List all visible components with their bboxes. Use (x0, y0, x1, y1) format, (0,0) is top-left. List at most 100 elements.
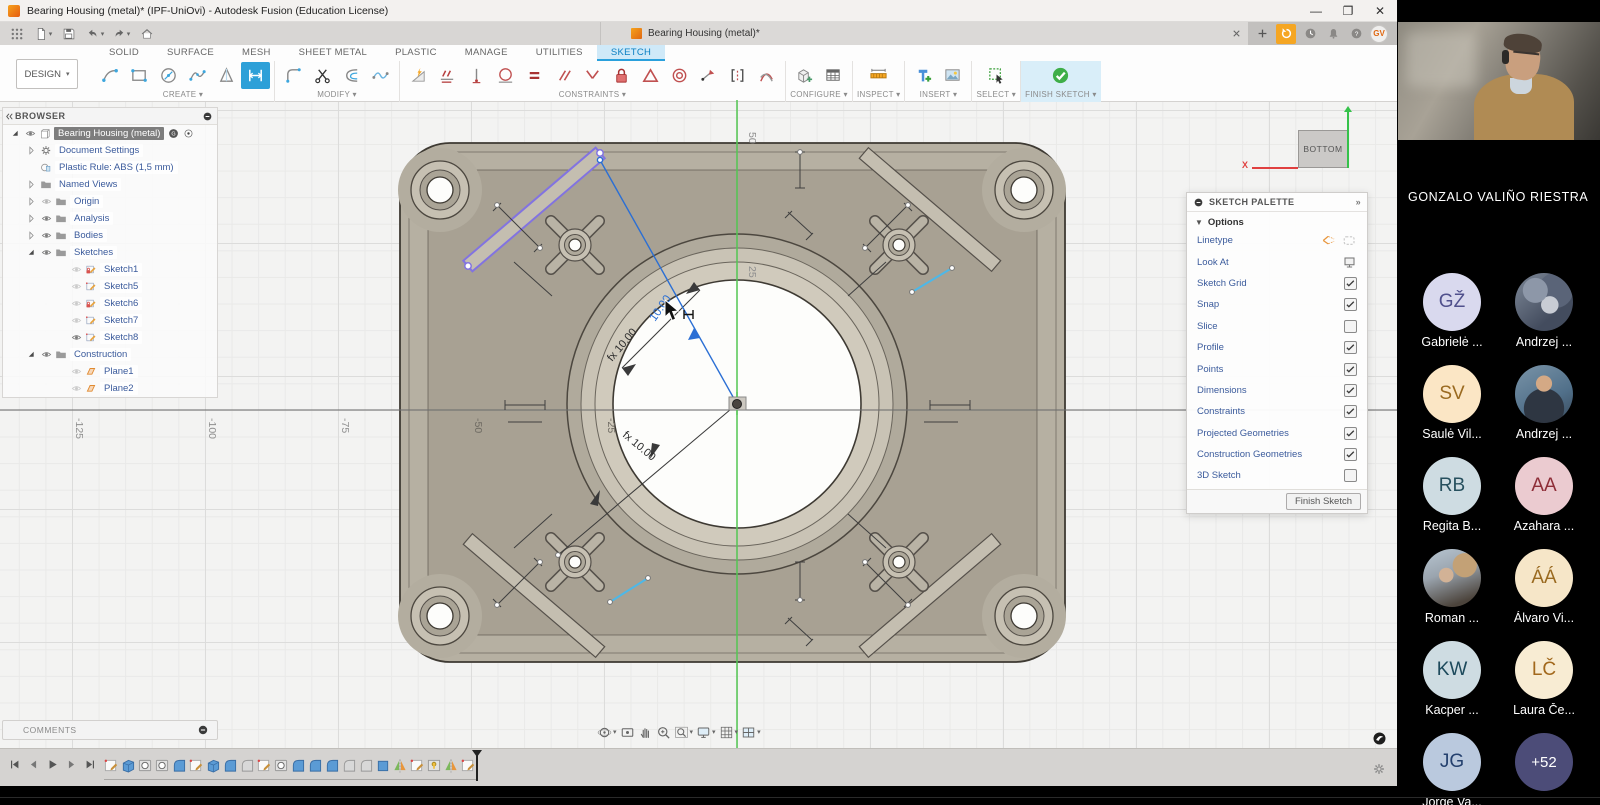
linetype-ghost-icon[interactable] (1342, 233, 1357, 248)
corner-hole[interactable] (982, 574, 1066, 658)
nav-fit-icon[interactable]: ▾ (674, 725, 694, 740)
participant-tile[interactable]: Andrzej ... (1498, 365, 1590, 441)
corner-hole[interactable] (398, 148, 482, 232)
palette-expand-icon[interactable]: » (1356, 197, 1361, 207)
participant-avatar[interactable]: ÁÁ (1515, 549, 1573, 607)
browser-node-construction[interactable]: Construction (3, 346, 217, 363)
palette-options-section[interactable]: ▼Options (1187, 212, 1367, 230)
timeline-feature-sketch[interactable] (410, 757, 424, 774)
tool-configure-icon[interactable] (790, 62, 819, 89)
participant-avatar[interactable]: JG (1423, 733, 1481, 791)
participant-tile[interactable]: GŽGabrielė ... (1406, 273, 1498, 349)
timeline-step-back-icon[interactable] (27, 758, 40, 776)
timeline-feature-hole[interactable] (138, 757, 152, 774)
participant-avatar[interactable]: AA (1515, 457, 1573, 515)
save-icon[interactable] (58, 25, 80, 43)
activate-radio-icon[interactable] (183, 128, 194, 139)
browser-header[interactable]: BROWSER (3, 108, 217, 125)
timeline-feature-filletG[interactable] (240, 757, 254, 774)
visibility-eye-icon[interactable] (71, 332, 82, 343)
tool-cCircleRed-icon[interactable] (491, 62, 520, 89)
browser-node-named-views[interactable]: Named Views (3, 176, 217, 193)
tool-cCoincident-icon[interactable] (404, 62, 433, 89)
browser-node-plane1[interactable]: Plane1 (3, 363, 217, 380)
tool-configTable-icon[interactable] (819, 62, 848, 89)
tool-cVertical-icon[interactable] (462, 62, 491, 89)
apps-menu-icon[interactable] (6, 25, 28, 43)
tool-curve2-icon[interactable] (366, 62, 395, 89)
tool-cEqual-icon[interactable] (520, 62, 549, 89)
tool-polygon-icon[interactable] (212, 62, 241, 89)
ribbon-tab-sketch[interactable]: SKETCH (597, 45, 665, 61)
visibility-eye-icon[interactable] (71, 383, 82, 394)
timeline-feature-filletG[interactable] (342, 757, 356, 774)
timeline-settings-gear-icon[interactable] (1372, 762, 1386, 781)
timeline-feature-extrude[interactable] (121, 757, 135, 774)
checkbox-profile[interactable] (1344, 341, 1357, 354)
expander-icon[interactable] (26, 230, 37, 241)
expander-icon[interactable] (10, 128, 21, 139)
tool-dimension-icon[interactable] (241, 62, 270, 89)
participant-avatar[interactable]: LČ (1515, 641, 1573, 699)
ribbon-tab-utilities[interactable]: UTILITIES (522, 45, 597, 61)
timeline-feature-fillet[interactable] (172, 757, 186, 774)
visibility-eye-icon[interactable] (71, 281, 82, 292)
browser-node-sketch1[interactable]: Sketch1 (3, 261, 217, 278)
participant-photo-avatar[interactable] (1423, 549, 1481, 607)
home-view-icon[interactable] (136, 25, 158, 43)
browser-node-origin[interactable]: Origin (3, 193, 217, 210)
visibility-eye-icon[interactable] (41, 196, 52, 207)
timeline-feature-box[interactable] (376, 757, 390, 774)
checkbox-constraints[interactable] (1344, 405, 1357, 418)
tool-fastener-icon[interactable] (909, 62, 938, 89)
visibility-eye-icon[interactable] (41, 247, 52, 258)
tool-cTriangle-icon[interactable] (636, 62, 665, 89)
look-at-icon[interactable] (1342, 255, 1357, 270)
participant-tile[interactable]: SVSaulė Vil... (1406, 365, 1498, 441)
tool-cParallel-icon[interactable] (549, 62, 578, 89)
browser-node-plastic-rule-abs-1-5-mm-[interactable]: Plastic Rule: ABS (1,5 mm) (3, 159, 217, 176)
visibility-eye-icon[interactable] (71, 264, 82, 275)
nav-gridNav-icon[interactable]: ▾ (719, 725, 739, 740)
ribbon-tab-plastic[interactable]: PLASTIC (381, 45, 451, 61)
search-badge-icon[interactable]: G (168, 128, 179, 139)
participant-avatar[interactable]: +52 (1515, 733, 1573, 791)
expander-icon[interactable] (26, 196, 37, 207)
ribbon-tab-manage[interactable]: MANAGE (451, 45, 522, 61)
workspace-selector[interactable]: DESIGN▾ (16, 59, 78, 89)
browser-node-sketch8[interactable]: Sketch8 (3, 329, 217, 346)
checkbox-construction-geometries[interactable] (1344, 448, 1357, 461)
nav-pan-icon[interactable] (638, 725, 653, 740)
tool-spline-icon[interactable] (183, 62, 212, 89)
visibility-eye-icon[interactable] (41, 230, 52, 241)
nav-display-icon[interactable]: ▾ (696, 725, 716, 740)
participant-tile[interactable]: Roman ... (1406, 549, 1498, 625)
maximize-button[interactable]: ❐ (1341, 4, 1355, 18)
timeline-feature-sketch[interactable] (257, 757, 271, 774)
timeline-play-icon[interactable] (46, 758, 59, 776)
job-history-icon[interactable] (1301, 25, 1319, 43)
job-status-icon[interactable] (1276, 24, 1296, 44)
timeline-skip-to-start-icon[interactable] (8, 758, 21, 776)
tool-rect-icon[interactable] (125, 62, 154, 89)
browser-node-analysis[interactable]: Analysis (3, 210, 217, 227)
participant-avatar[interactable]: KW (1423, 641, 1481, 699)
timeline-feature-filletG[interactable] (359, 757, 373, 774)
timeline-feature-hole[interactable] (274, 757, 288, 774)
expander-icon[interactable] (26, 213, 37, 224)
corner-hole[interactable] (398, 574, 482, 658)
redo-icon[interactable]: ▾ (110, 25, 132, 43)
visibility-eye-icon[interactable] (41, 213, 52, 224)
tool-cLock-icon[interactable] (607, 62, 636, 89)
checkbox-dimensions[interactable] (1344, 384, 1357, 397)
tool-cSymmetry-icon[interactable] (723, 62, 752, 89)
visibility-eye-icon[interactable] (71, 298, 82, 309)
visibility-eye-icon[interactable] (71, 315, 82, 326)
timeline-step-forward-icon[interactable] (65, 758, 78, 776)
close-button[interactable]: ✕ (1373, 4, 1387, 18)
browser-node-sketch6[interactable]: Sketch6 (3, 295, 217, 312)
checkbox-projected-geometries[interactable] (1344, 427, 1357, 440)
timeline-skip-to-end-icon[interactable] (84, 758, 97, 776)
timeline-feature-mirror[interactable] (444, 757, 458, 774)
visibility-eye-icon[interactable] (71, 366, 82, 377)
